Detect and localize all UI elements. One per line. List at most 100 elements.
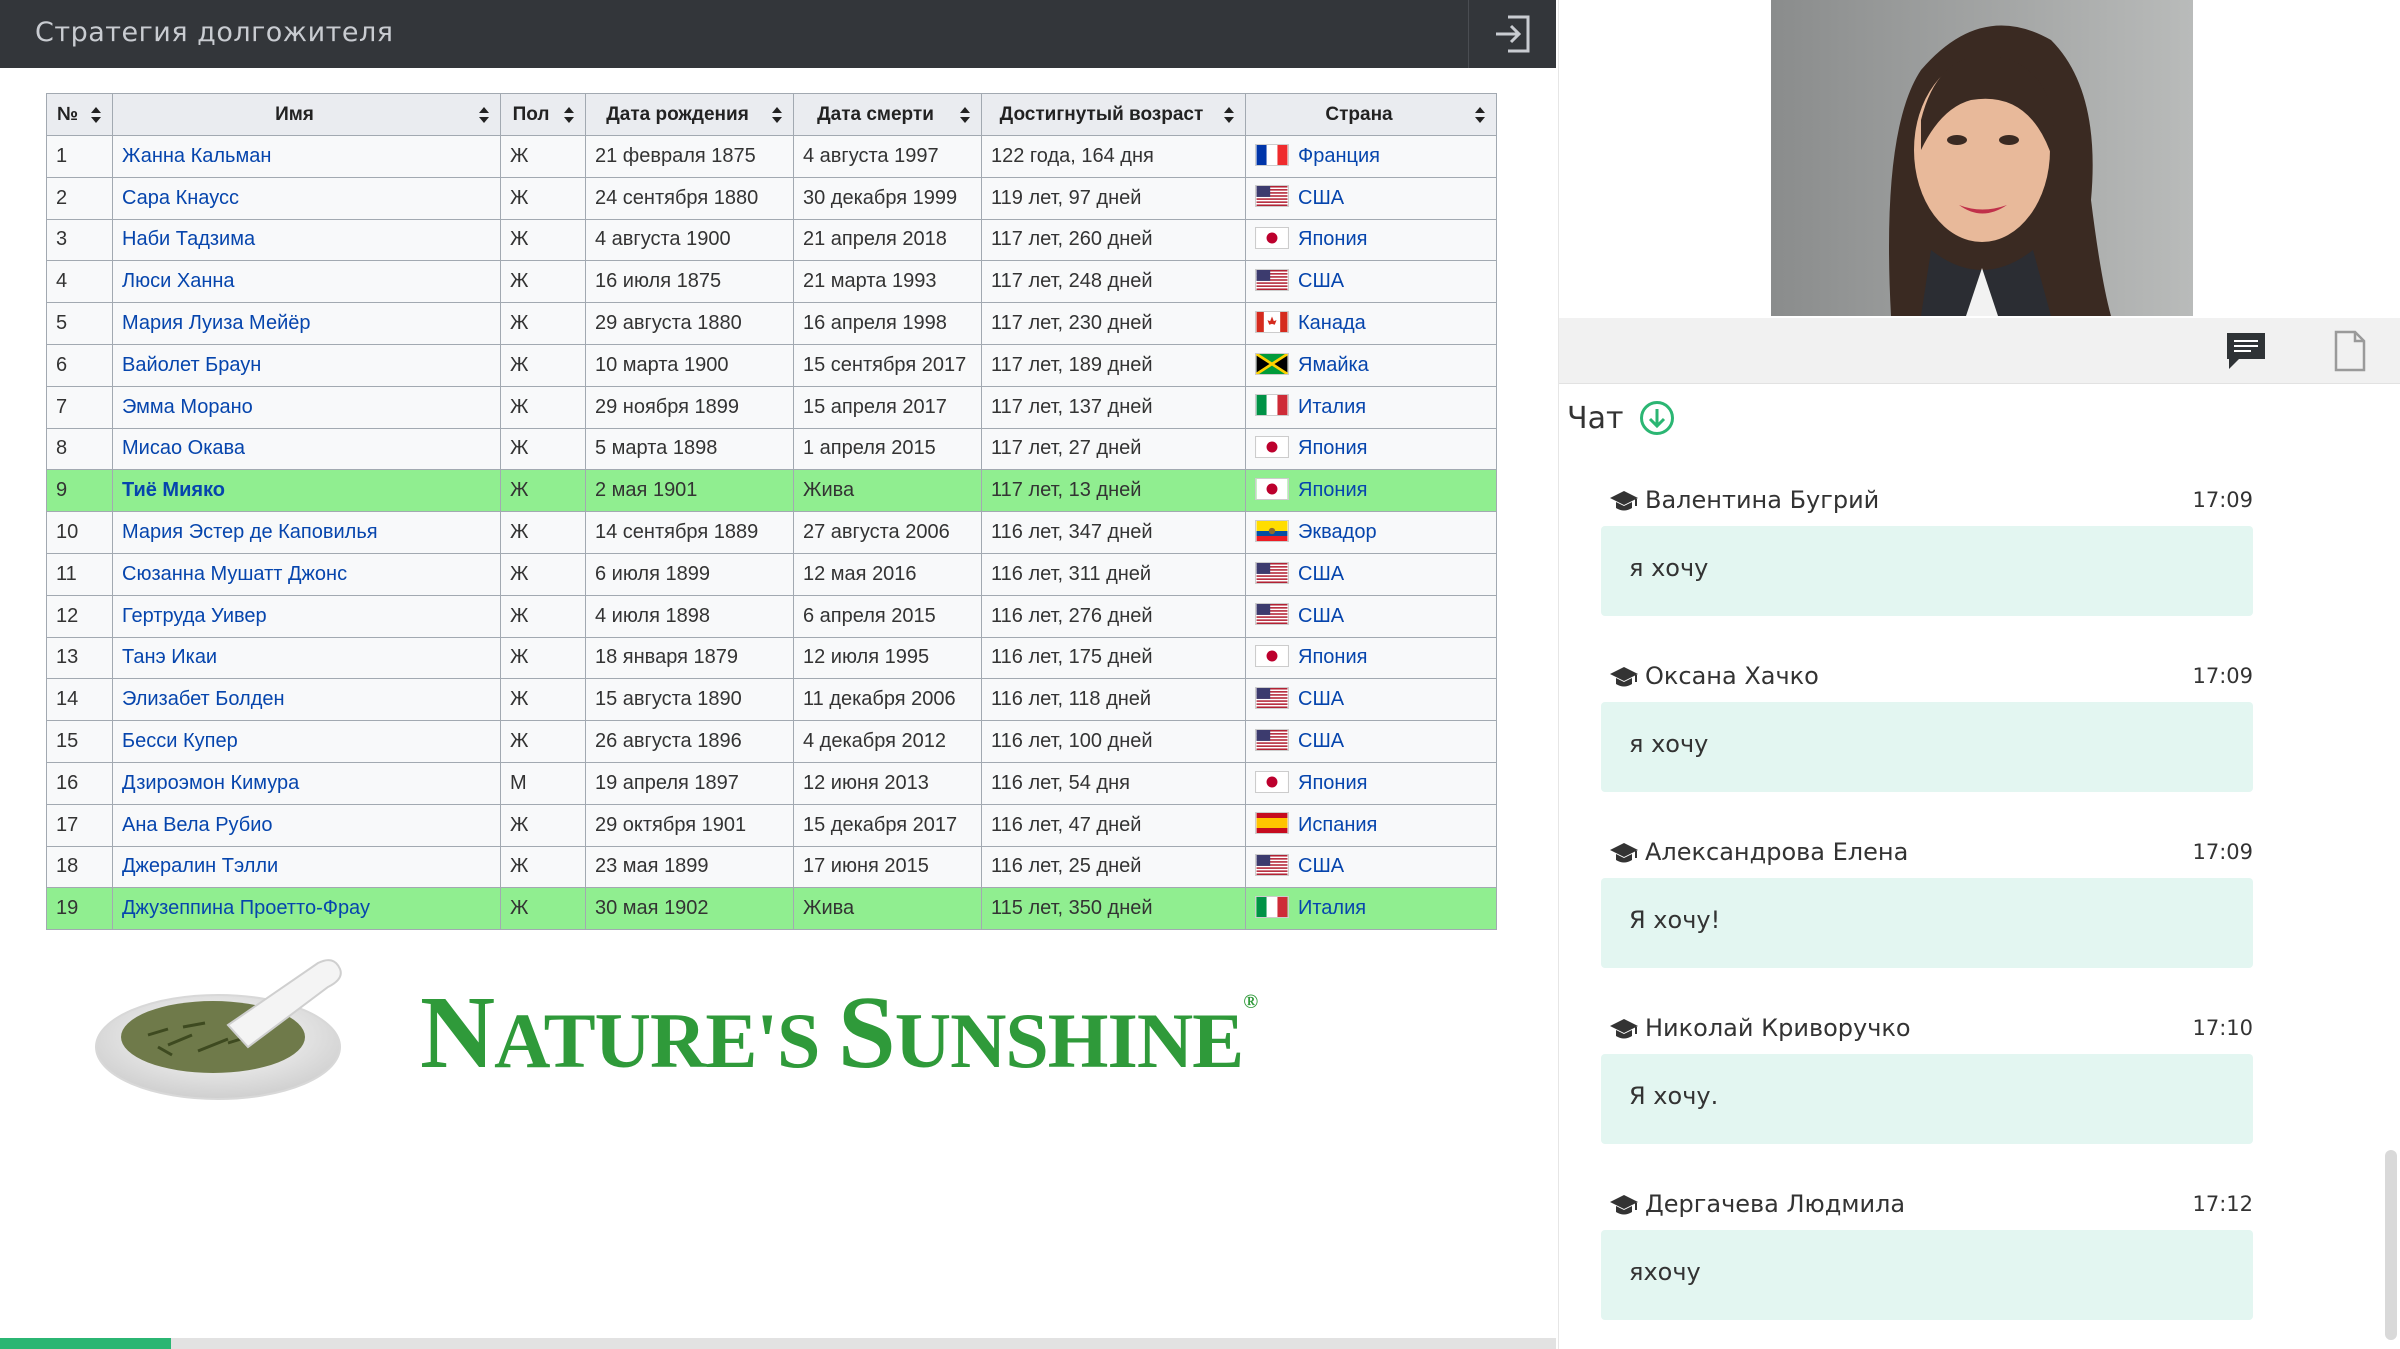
cell-death-date: 30 декабря 1999 — [793, 176, 982, 220]
chat-author: Оксана Хачко — [1645, 662, 1819, 690]
person-link[interactable]: Джузеппина Проетто-Фрау — [122, 897, 370, 919]
person-link[interactable]: Бесси Купер — [122, 730, 238, 752]
cell-country: США — [1245, 552, 1497, 596]
country-link[interactable]: Италия — [1298, 897, 1366, 919]
table-row: 1 Жанна Кальман Ж 21 февраля 1875 4 августа … — [46, 135, 1497, 178]
person-link[interactable]: Танэ Икаи — [122, 646, 217, 668]
table-row: 2 Сара Кнаусс Ж 24 сентября 1880 30 декабря … — [46, 176, 1497, 220]
cell-sex: Ж — [500, 803, 586, 847]
person-link[interactable]: Сара Кнаусс — [122, 187, 239, 209]
country-link[interactable]: Франция — [1298, 145, 1380, 167]
person-link[interactable]: Элизабет Болден — [122, 688, 285, 710]
country-link[interactable]: Япония — [1298, 479, 1367, 501]
cell-country: Испания — [1245, 803, 1497, 847]
person-link[interactable]: Мария Эстер де Каповилья — [122, 521, 378, 543]
table-header-col-country[interactable]: Страна — [1245, 93, 1497, 136]
country-link[interactable]: США — [1298, 563, 1344, 585]
cell-birth-date: 18 января 1879 — [585, 636, 794, 680]
country-link[interactable]: США — [1298, 187, 1344, 209]
country-link[interactable]: Ямайка — [1298, 354, 1369, 376]
cell-age: 116 лет, 25 дней — [981, 845, 1246, 889]
cell-age: 116 лет, 54 дня — [981, 761, 1246, 805]
sort-icon[interactable] — [1223, 105, 1235, 125]
table-header-col-name[interactable]: Имя — [112, 93, 501, 136]
cell-name: Люси Ханна — [112, 260, 501, 304]
country-link[interactable]: Эквадор — [1298, 521, 1377, 543]
person-link[interactable]: Люси Ханна — [122, 270, 235, 292]
table-header-col-sex[interactable]: Пол — [500, 93, 586, 136]
country-link[interactable]: Япония — [1298, 437, 1367, 459]
table-row: 8 Мисао Окава Ж 5 марта 1898 1 апреля 2015 11… — [46, 427, 1497, 471]
cell-birth-date: 4 августа 1900 — [585, 218, 794, 262]
exit-button[interactable] — [1468, 0, 1556, 68]
flag-jp-icon — [1255, 645, 1289, 668]
person-link[interactable]: Жанна Кальман — [122, 145, 271, 167]
longevity-table-wrapper: № Имя Пол Дата рождения Дата смерти Достигнут… — [46, 93, 1497, 931]
person-link[interactable]: Джералин Тэлли — [122, 855, 278, 877]
cell-number: 9 — [46, 469, 113, 513]
cell-name: Сара Кнаусс — [112, 176, 501, 220]
exit-icon — [1495, 15, 1529, 53]
person-link[interactable]: Сюзанна Мушатт Джонс — [122, 563, 347, 585]
country-link[interactable]: Испания — [1298, 814, 1377, 836]
table-row: 16 Дзироэмон Кимура М 19 апреля 1897 12 июня… — [46, 761, 1497, 805]
chat-message-meta: Николай Криворучко 17:10 — [1601, 1010, 2253, 1050]
webcam-video — [1771, 0, 2193, 316]
chat-message: Оксана Хачко 17:09 я хочу — [1601, 658, 2253, 792]
cell-age: 116 лет, 47 дней — [981, 803, 1246, 847]
chat-scrollbar[interactable] — [2385, 1150, 2397, 1340]
table-header-col-death-date[interactable]: Дата смерти — [793, 93, 982, 136]
chat-tab-button[interactable] — [2221, 328, 2271, 374]
table-header-col-birth-date[interactable]: Дата рождения — [585, 93, 794, 136]
flag-us-icon — [1255, 269, 1289, 291]
cell-birth-date: 15 августа 1890 — [585, 678, 794, 722]
country-link[interactable]: Канада — [1298, 312, 1366, 334]
country-link[interactable]: Япония — [1298, 772, 1367, 794]
person-link[interactable]: Мария Луиза Мейёр — [122, 312, 311, 334]
country-link[interactable]: США — [1298, 270, 1344, 292]
person-link[interactable]: Ана Вела Рубио — [122, 814, 273, 836]
cell-sex: Ж — [500, 427, 586, 471]
cell-birth-date: 2 мая 1901 — [585, 469, 794, 513]
country-link[interactable]: США — [1298, 688, 1344, 710]
cell-death-date: Жива — [793, 887, 982, 931]
sort-icon[interactable] — [771, 105, 783, 125]
cell-name: Дзироэмон Кимура — [112, 761, 501, 805]
person-link[interactable]: Наби Тадзима — [122, 228, 255, 250]
table-row: 7 Эмма Морано Ж 29 ноября 1899 15 апреля 201… — [46, 385, 1497, 429]
person-link[interactable]: Мисао Окава — [122, 437, 245, 459]
sort-icon[interactable] — [563, 105, 575, 125]
person-link[interactable]: Гертруда Уивер — [122, 605, 267, 627]
cell-number: 18 — [46, 845, 113, 889]
cell-name: Танэ Икаи — [112, 636, 501, 680]
cell-name: Джералин Тэлли — [112, 845, 501, 889]
cell-age: 117 лет, 13 дней — [981, 469, 1246, 513]
sort-icon[interactable] — [478, 105, 490, 125]
sort-icon[interactable] — [90, 105, 102, 125]
person-link[interactable]: Вайолет Браун — [122, 354, 261, 376]
country-link[interactable]: США — [1298, 855, 1344, 877]
cell-birth-date: 4 июля 1898 — [585, 594, 794, 638]
country-link[interactable]: Италия — [1298, 396, 1366, 418]
table-header-col-age[interactable]: Достигнутый возраст — [981, 93, 1246, 136]
chat-message: Дергачева Людмила 17:12 яхочу — [1601, 1186, 2253, 1320]
flag-ec-icon — [1255, 519, 1289, 542]
person-link[interactable]: Тиё Мияко — [122, 479, 225, 501]
download-icon[interactable] — [1639, 400, 1675, 436]
sort-icon[interactable] — [1474, 105, 1486, 125]
person-link[interactable]: Эмма Морано — [122, 396, 253, 418]
table-header-col-number[interactable]: № — [46, 93, 113, 136]
presentation-title: Стратегия долгожителя — [35, 17, 394, 48]
country-link[interactable]: США — [1298, 730, 1344, 752]
person-link[interactable]: Дзироэмон Кимура — [122, 772, 299, 794]
chat-time: 17:12 — [2192, 1192, 2253, 1216]
chat-time: 17:09 — [2192, 840, 2253, 864]
cell-number: 1 — [46, 135, 113, 178]
country-link[interactable]: Япония — [1298, 228, 1367, 250]
documents-tab-button[interactable] — [2325, 328, 2375, 374]
country-link[interactable]: Япония — [1298, 646, 1367, 668]
sort-icon[interactable] — [959, 105, 971, 125]
country-link[interactable]: США — [1298, 605, 1344, 627]
cell-name: Эмма Морано — [112, 385, 501, 429]
cell-name: Наби Тадзима — [112, 218, 501, 262]
